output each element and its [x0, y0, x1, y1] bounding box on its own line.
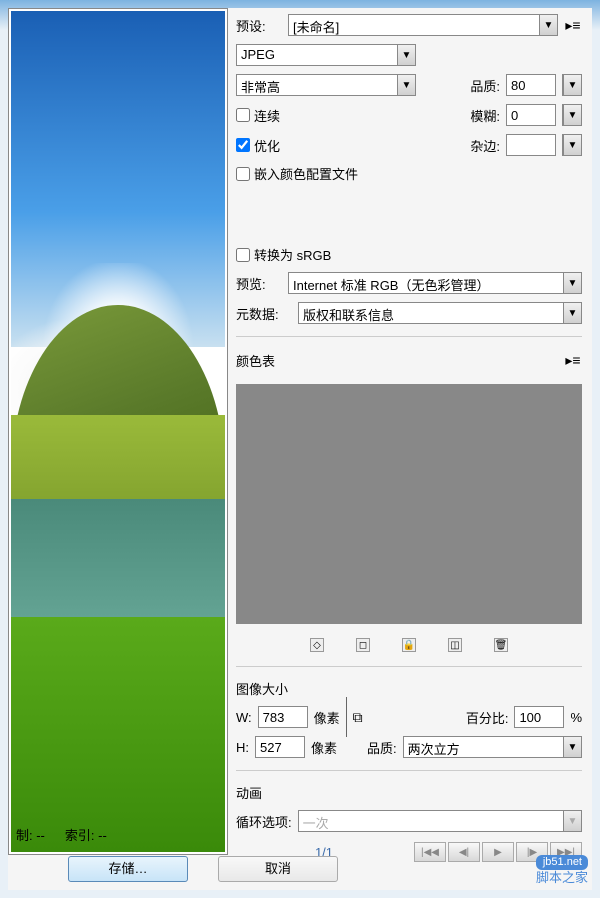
width-unit: 像素 — [314, 708, 340, 727]
metadata-select[interactable]: 版权和联系信息 ▼ — [298, 302, 582, 324]
color-table-btn-2[interactable]: ◻ — [356, 638, 370, 652]
embed-profile-checkbox[interactable]: 嵌入颜色配置文件 — [236, 164, 358, 183]
blur-stepper[interactable]: ▼ — [562, 104, 582, 126]
height-unit: 像素 — [311, 738, 337, 757]
quality-level-select[interactable]: 非常高 ▼ — [236, 74, 416, 96]
animation-title: 动画 — [236, 783, 582, 802]
matte-dropdown[interactable]: ▼ — [562, 134, 582, 156]
height-input[interactable] — [255, 736, 305, 758]
matte-select[interactable] — [506, 134, 556, 156]
chevron-down-icon: ▼ — [563, 135, 581, 155]
chevron-down-icon: ▼ — [563, 273, 581, 293]
chevron-down-icon: ▼ — [563, 737, 581, 757]
chevron-down-icon: ▼ — [539, 15, 557, 35]
chevron-down-icon: ▼ — [563, 75, 581, 95]
save-button[interactable]: 存储… — [68, 856, 188, 882]
preset-label: 预设: — [236, 16, 282, 35]
blur-label: 模糊: — [470, 106, 500, 125]
chevron-down-icon: ▼ — [397, 75, 415, 95]
preview-image — [8, 8, 228, 855]
quality-label: 品质: — [470, 76, 500, 95]
resample-select[interactable]: 两次立方 ▼ — [403, 736, 582, 758]
matte-label: 杂边: — [470, 136, 500, 155]
chevron-down-icon: ▼ — [563, 303, 581, 323]
optimize-checkbox[interactable]: 优化 — [236, 136, 416, 155]
color-table-title: 颜色表 — [236, 351, 275, 370]
convert-srgb-checkbox[interactable]: 转换为 sRGB — [236, 245, 331, 264]
status-index: 索引: -- — [65, 825, 107, 844]
preview-select[interactable]: Internet 标准 RGB（无色彩管理） ▼ — [288, 272, 582, 294]
metadata-label: 元数据: — [236, 304, 292, 323]
blur-input[interactable] — [506, 104, 556, 126]
color-table-area — [236, 384, 582, 624]
format-select[interactable]: JPEG ▼ — [236, 44, 416, 66]
percent-unit: % — [570, 710, 582, 725]
quality-stepper[interactable]: ▼ — [562, 74, 582, 96]
flyout-menu-icon[interactable]: ▸≡ — [564, 352, 582, 369]
resample-quality-label: 品质: — [367, 738, 397, 757]
chevron-down-icon: ▼ — [563, 105, 581, 125]
color-table-btn-4[interactable]: ◫ — [448, 638, 462, 652]
preset-select[interactable]: [未命名] ▼ — [288, 14, 558, 36]
cancel-button[interactable]: 取消 — [218, 856, 338, 882]
chevron-down-icon: ▼ — [397, 45, 415, 65]
width-label: W: — [236, 710, 252, 725]
link-icon[interactable]: ⧉ — [353, 709, 363, 726]
progressive-checkbox[interactable]: 连续 — [236, 106, 416, 125]
color-table-btn-1[interactable]: ◇ — [310, 638, 324, 652]
height-label: H: — [236, 740, 249, 755]
quality-input[interactable] — [506, 74, 556, 96]
percent-input[interactable] — [514, 706, 564, 728]
width-input[interactable] — [258, 706, 308, 728]
trash-icon[interactable]: 🗑 — [494, 638, 508, 652]
flyout-menu-icon[interactable]: ▸≡ — [564, 17, 582, 34]
preview-label: 预览: — [236, 274, 282, 293]
percent-label: 百分比: — [466, 708, 509, 727]
image-size-title: 图像大小 — [236, 679, 582, 698]
watermark: jb51.net 脚本之家 — [536, 855, 588, 886]
status-control: 制: -- — [16, 825, 45, 844]
color-table-btn-3[interactable]: 🔒 — [402, 638, 416, 652]
